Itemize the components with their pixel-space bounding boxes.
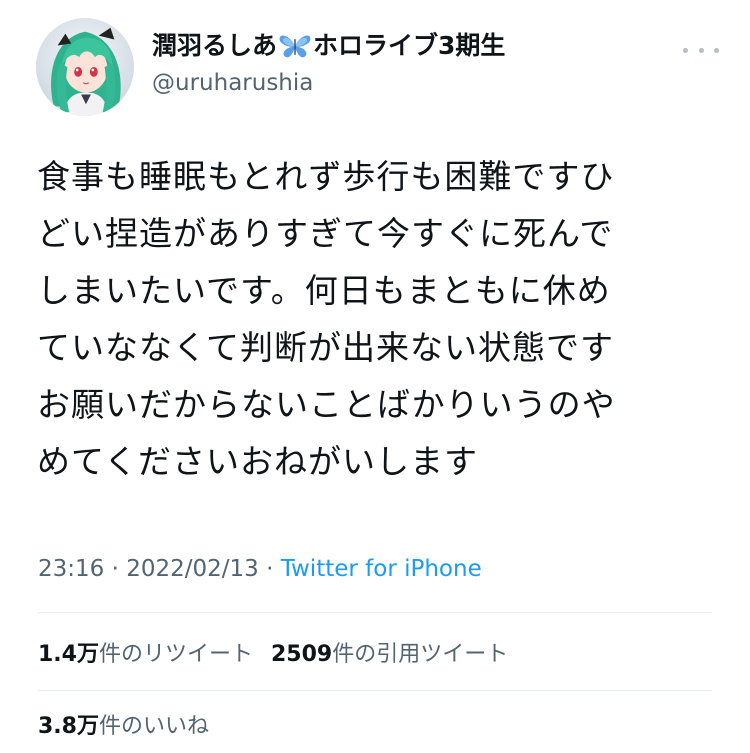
user-info[interactable]: 潤羽るしあ ホロライブ3期生 @uruharushia (152, 30, 505, 98)
tweet-meta: 23:16 · 2022/02/13 · Twitter for iPhone (38, 553, 482, 585)
meta-separator: · (258, 556, 281, 582)
tweet-source-link[interactable]: Twitter for iPhone (281, 556, 482, 582)
tweet-text: 食事も睡眠もとれず歩行も困難ですひ どい捏造がありすぎて今すぐに死んで しまいた… (37, 148, 727, 490)
tweet-text-line: 食事も睡眠もとれず歩行も困難ですひ (37, 157, 615, 196)
quotes-label: 件の引用ツイート (332, 642, 509, 667)
avatar-image (36, 18, 134, 116)
tweet-date[interactable]: 2022/02/13 (126, 556, 259, 582)
likes-label: 件のいいね (98, 714, 209, 739)
tweet-text-line: ていななくて判断が出来ない状態です (37, 328, 615, 367)
more-dot (683, 47, 688, 53)
tweet-text-line: お願いだからないことばかりいうのや (37, 385, 616, 424)
retweets-label: 件のリツイート (98, 642, 253, 667)
more-dot (714, 47, 719, 53)
avatar[interactable] (36, 18, 134, 116)
tweet-time[interactable]: 23:16 (38, 556, 104, 582)
tweet-text-line: めてくださいおねがいします (37, 442, 479, 481)
retweets-count: 1.4万 (38, 642, 99, 667)
likes-stat[interactable]: 3.8万件のいいね (38, 712, 209, 742)
likes-stats: 3.8万件のいいね (38, 712, 209, 742)
quotes-stat[interactable]: 2509件の引用ツイート (271, 640, 508, 670)
butterfly-icon (278, 33, 312, 59)
display-name-part1: 潤羽るしあ (152, 31, 278, 60)
likes-count: 3.8万 (38, 714, 99, 739)
divider (38, 612, 712, 613)
tweet-text-line: しまいたいです。何日もまともに休め (37, 271, 611, 310)
display-name-part2: ホロライブ3期生 (313, 31, 506, 60)
retweets-stat[interactable]: 1.4万件のリツイート (38, 640, 253, 670)
tweet-text-line: どい捏造がありすぎて今すぐに死んで (37, 214, 614, 253)
more-dot (698, 47, 704, 53)
divider (38, 690, 712, 691)
tweet-card: 潤羽るしあ ホロライブ3期生 @uruharushia 食事も睡眠もとれず歩行も… (0, 0, 750, 753)
quotes-count: 2509 (271, 642, 333, 667)
retweet-stats: 1.4万件のリツイート 2509件の引用ツイート (38, 640, 508, 670)
user-handle[interactable]: @uruharushia (152, 68, 505, 98)
meta-separator: · (104, 556, 127, 582)
more-options-button[interactable] (683, 40, 719, 60)
display-name[interactable]: 潤羽るしあ ホロライブ3期生 (152, 30, 505, 62)
